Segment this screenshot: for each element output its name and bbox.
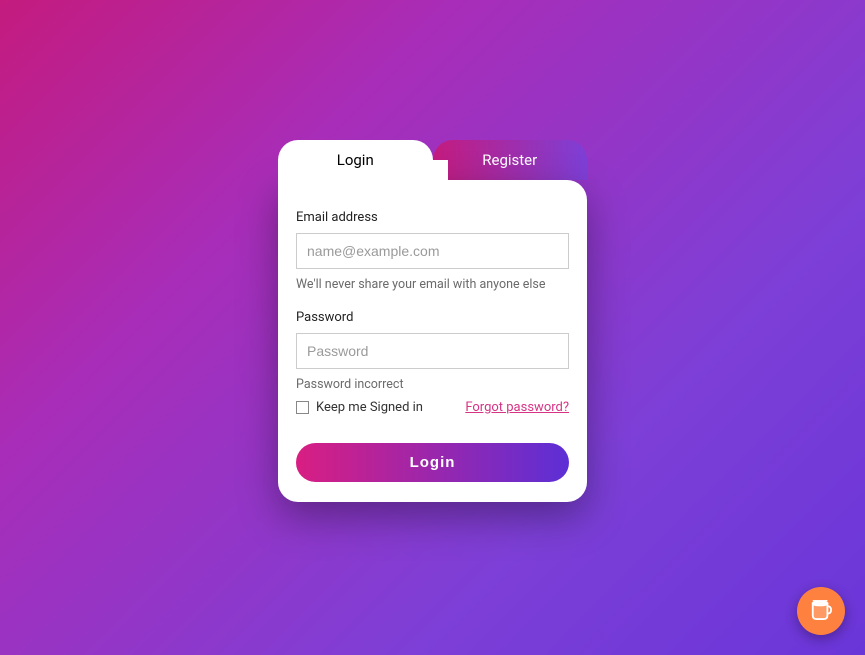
login-container: Login Register Email address We'll never… [278,140,587,502]
email-hint: We'll never share your email with anyone… [296,277,569,292]
login-button[interactable]: Login [296,443,569,482]
email-label: Email address [296,210,569,225]
password-error: Password incorrect [296,377,569,392]
remember-checkbox-wrap: Keep me Signed in [296,400,423,415]
password-group: Password Password incorrect [296,310,569,392]
coffee-cup-icon [810,595,832,627]
tab-register[interactable]: Register [433,140,588,180]
email-field[interactable] [296,233,569,269]
remember-checkbox[interactable] [296,401,309,414]
remember-label: Keep me Signed in [316,400,423,415]
tab-login[interactable]: Login [278,140,433,180]
password-label: Password [296,310,569,325]
remember-row: Keep me Signed in Forgot password? [296,400,569,415]
email-group: Email address We'll never share your ema… [296,210,569,292]
buy-coffee-button[interactable] [797,587,845,635]
auth-tabs: Login Register [278,140,587,180]
forgot-password-link[interactable]: Forgot password? [465,400,569,415]
login-form: Email address We'll never share your ema… [278,180,587,502]
password-field[interactable] [296,333,569,369]
